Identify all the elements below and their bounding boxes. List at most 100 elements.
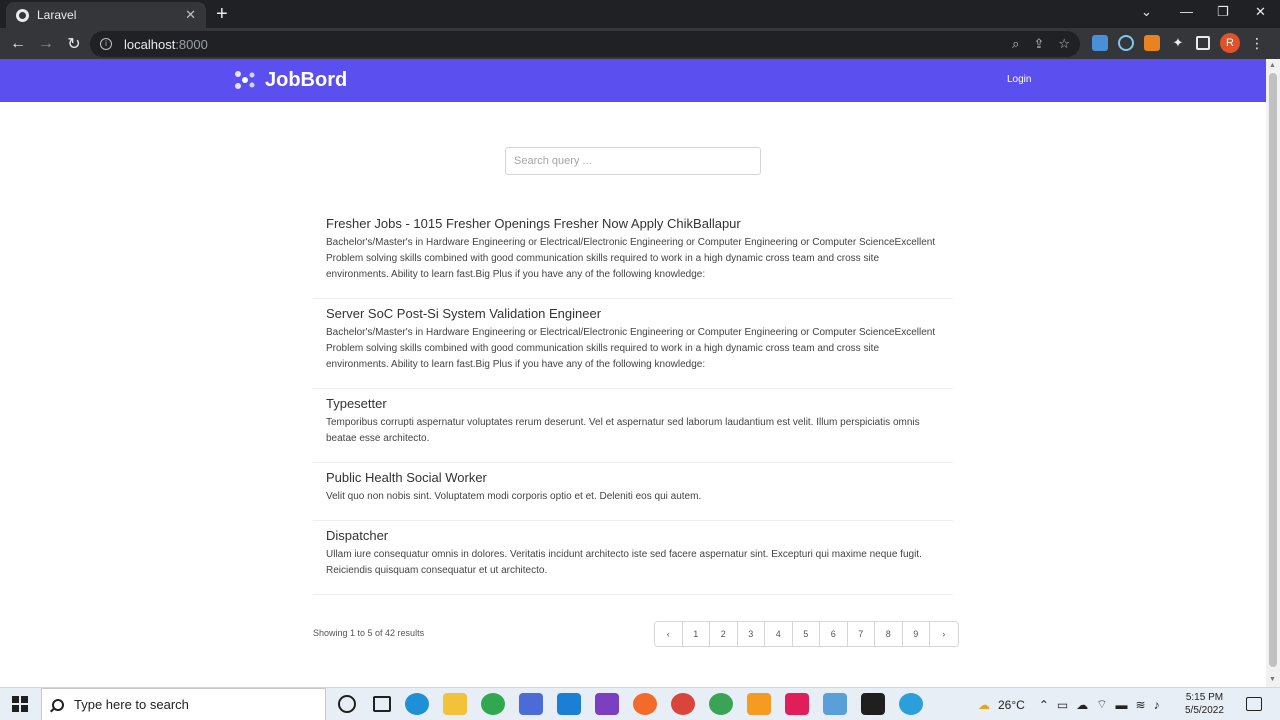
menu-kebab-icon[interactable]: ⋮ <box>1250 35 1264 52</box>
prev-page-button[interactable]: ‹ <box>655 622 683 646</box>
close-tab-icon[interactable]: ✕ <box>185 7 196 23</box>
job-title[interactable]: Fresher Jobs - 1015 Fresher Openings Fre… <box>326 217 940 231</box>
page-scrollbar[interactable]: ▲ ▼ <box>1266 59 1280 687</box>
scroll-up-icon[interactable]: ▲ <box>1269 62 1276 69</box>
browser-tab[interactable]: Laravel ✕ <box>6 2 206 28</box>
scroll-down-icon[interactable]: ▼ <box>1269 676 1276 683</box>
vscode-icon[interactable] <box>557 693 581 715</box>
job-description: Temporibus corrupti aspernatur voluptate… <box>326 417 920 444</box>
meet-icon[interactable]: ▭ <box>1057 698 1068 712</box>
taskbar-clock[interactable]: 5:15 PM 5/5/2022 <box>1185 691 1224 717</box>
extension-react-icon[interactable] <box>1118 35 1134 51</box>
job-description: Velit quo non nobis sint. Voluptatem mod… <box>326 491 702 502</box>
tray-chevron-icon[interactable]: ⌃ <box>1039 698 1049 712</box>
battery-icon[interactable]: ▬ <box>1116 698 1128 712</box>
postman-icon[interactable] <box>633 693 657 715</box>
job-title[interactable]: Dispatcher <box>326 529 940 543</box>
extension-download-icon[interactable] <box>1092 35 1108 51</box>
system-tray: ☁ 26°C ⌃ ▭ ☁ ⌔ ▬ ≋ ♪ <box>978 688 1160 720</box>
taskbar-apps <box>335 693 923 715</box>
job-item[interactable]: Typesetter Temporibus corrupti aspernatu… <box>313 389 953 463</box>
page-button-6[interactable]: 6 <box>820 622 848 646</box>
site-info-icon[interactable]: i <box>100 38 112 50</box>
page-viewport: JobBord Login Fresher Jobs - 1015 Freshe… <box>0 59 1266 687</box>
browser-toolbar: ← → ↻ i localhost:8000 ⌕ ⇪ ☆ <box>0 28 1280 59</box>
page-button-8[interactable]: 8 <box>875 622 903 646</box>
page-button-4[interactable]: 4 <box>765 622 793 646</box>
edge-icon[interactable] <box>405 693 429 715</box>
page-button-3[interactable]: 3 <box>737 622 765 646</box>
task-view-icon[interactable] <box>373 696 391 712</box>
job-item[interactable]: Server SoC Post-Si System Validation Eng… <box>313 299 953 389</box>
site-navbar: JobBord Login <box>0 59 1266 102</box>
app-icon[interactable] <box>519 693 543 715</box>
windows-taskbar: Type here to search ☁ 26°C ⌃ ▭ ☁ ⌔ ▬ ≋ ♪… <box>0 687 1280 720</box>
file-explorer-icon[interactable] <box>443 693 467 715</box>
extension-metamask-icon[interactable] <box>1144 35 1160 51</box>
clock-time: 5:15 PM <box>1185 692 1224 703</box>
weather-icon[interactable]: ☁ <box>978 698 990 712</box>
taskbar-search-box[interactable]: Type here to search <box>41 688 326 720</box>
share-icon[interactable]: ⇪ <box>1033 36 1044 52</box>
url-port: :8000 <box>175 36 208 52</box>
job-description: Bachelor's/Master's in Hardware Engineer… <box>326 327 936 370</box>
notepad-icon[interactable] <box>823 693 847 715</box>
windows-start-icon[interactable] <box>12 696 28 712</box>
page-button-9[interactable]: 9 <box>902 622 930 646</box>
search-icon <box>52 698 64 711</box>
visual-studio-icon[interactable] <box>595 693 619 715</box>
job-list: Fresher Jobs - 1015 Fresher Openings Fre… <box>313 209 953 595</box>
job-description: Bachelor's/Master's in Hardware Engineer… <box>326 237 936 280</box>
minimize-icon[interactable]: — <box>1180 4 1193 19</box>
onedrive-icon[interactable]: ☁ <box>1076 698 1088 712</box>
job-title[interactable]: Typesetter <box>326 397 940 411</box>
forward-icon[interactable]: → <box>32 35 60 53</box>
results-summary: Showing 1 to 5 of 42 results <box>313 628 425 638</box>
sidepanel-icon[interactable] <box>1196 36 1210 50</box>
restore-icon[interactable]: ❐ <box>1217 4 1229 20</box>
back-icon[interactable]: ← <box>4 35 32 53</box>
chrome-profile-2-icon[interactable] <box>709 693 733 715</box>
brand-name: JobBord <box>265 68 348 91</box>
scrollbar-thumb[interactable] <box>1269 73 1277 667</box>
chrome-profile-icon[interactable] <box>671 693 695 715</box>
pagination: ‹ 1 2 3 4 5 6 7 8 9 › <box>654 621 959 647</box>
wifi-icon[interactable]: ≋ <box>1136 698 1146 712</box>
weather-temp[interactable]: 26°C <box>998 698 1025 712</box>
bookmark-star-icon[interactable]: ☆ <box>1058 36 1070 52</box>
network-icon[interactable]: ⌔ <box>1096 697 1107 712</box>
page-button-1[interactable]: 1 <box>682 622 710 646</box>
job-item[interactable]: Fresher Jobs - 1015 Fresher Openings Fre… <box>313 209 953 299</box>
close-window-icon[interactable]: ✕ <box>1255 4 1266 20</box>
page-button-5[interactable]: 5 <box>792 622 820 646</box>
job-title[interactable]: Public Health Social Worker <box>326 471 940 485</box>
brand-link[interactable]: JobBord <box>233 68 347 92</box>
page-button-7[interactable]: 7 <box>847 622 875 646</box>
terminal-icon[interactable] <box>861 693 885 715</box>
search-input[interactable] <box>505 147 761 175</box>
job-item[interactable]: Public Health Social Worker Velit quo no… <box>313 463 953 521</box>
reload-icon[interactable]: ↻ <box>60 34 88 54</box>
volume-icon[interactable]: ♪ <box>1154 698 1160 712</box>
puzzle-icon[interactable]: ✦ <box>1170 35 1186 51</box>
clock-date: 5/5/2022 <box>1185 705 1224 716</box>
tab-title: Laravel <box>37 8 77 22</box>
login-link[interactable]: Login <box>1007 74 1031 85</box>
cortana-icon[interactable] <box>338 695 356 713</box>
address-bar[interactable]: i localhost:8000 ⌕ ⇪ ☆ <box>90 31 1080 57</box>
new-tab-icon[interactable]: + <box>216 3 228 25</box>
sublime-icon[interactable] <box>747 693 771 715</box>
chrome-icon[interactable] <box>481 693 505 715</box>
page-button-2[interactable]: 2 <box>710 622 738 646</box>
profile-avatar[interactable]: R <box>1220 33 1240 53</box>
job-item[interactable]: Dispatcher Ullam iure consequatur omnis … <box>313 521 953 595</box>
job-title[interactable]: Server SoC Post-Si System Validation Eng… <box>326 307 940 321</box>
telegram-icon[interactable] <box>899 693 923 715</box>
tab-search-icon[interactable]: ⌄ <box>1141 4 1152 20</box>
zoom-icon[interactable]: ⌕ <box>1012 36 1019 52</box>
notification-icon[interactable] <box>1246 697 1262 711</box>
next-page-button[interactable]: › <box>930 622 958 646</box>
slack-icon[interactable] <box>785 693 809 715</box>
url-host: localhost <box>124 36 176 52</box>
job-description: Ullam iure consequatur omnis in dolores.… <box>326 549 922 576</box>
